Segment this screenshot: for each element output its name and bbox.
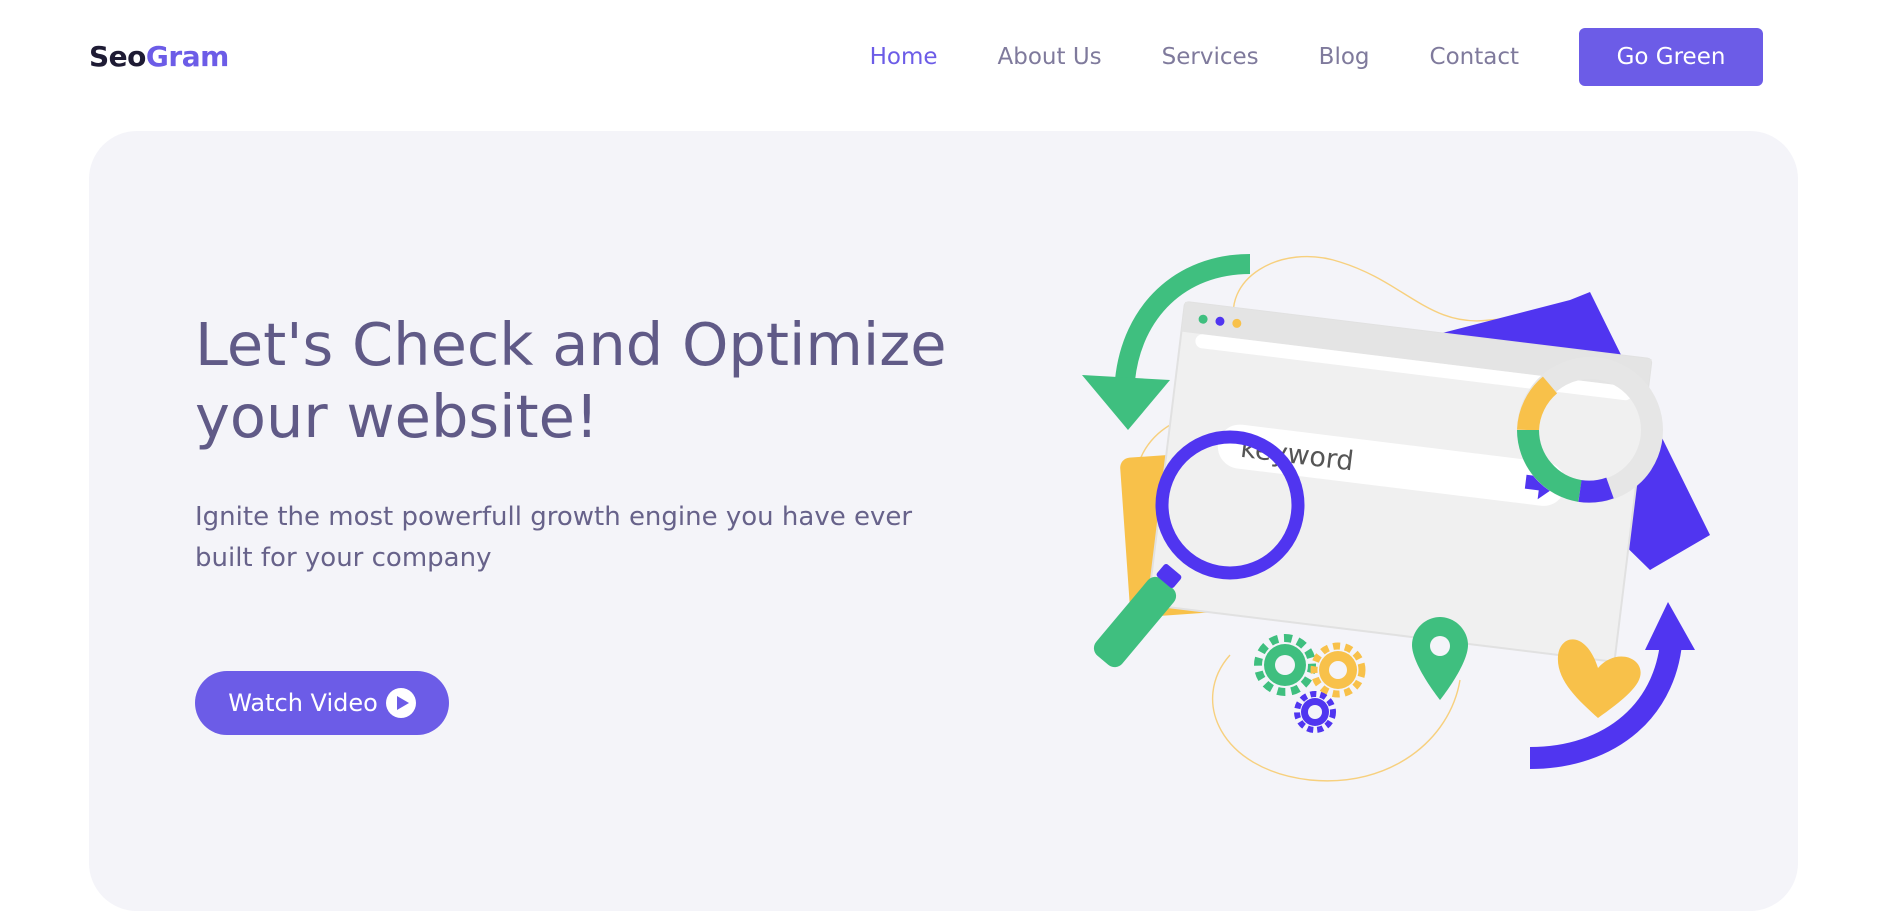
- nav-home[interactable]: Home: [870, 44, 938, 70]
- seo-illustration: keyword: [1082, 254, 1710, 782]
- play-icon: [385, 688, 416, 718]
- logo-gram: Gram: [145, 40, 229, 73]
- hero-title-line2: your website!: [195, 382, 599, 451]
- gear-icon-yellow: [1310, 642, 1366, 698]
- map-pin-hole: [1430, 636, 1450, 656]
- hero-subtitle: Ignite the most powerfull growth engine …: [195, 497, 975, 579]
- gear-icon-purple: [1294, 691, 1336, 733]
- nav-services[interactable]: Services: [1162, 44, 1259, 70]
- main-nav: Home About Us Services Blog Contact Go G…: [870, 28, 1763, 86]
- logo-seo: Seo: [89, 40, 146, 73]
- green-arrowhead-icon: [1082, 375, 1170, 430]
- go-green-button[interactable]: Go Green: [1579, 28, 1763, 86]
- hero-subtitle-line2: built for your company: [195, 543, 492, 573]
- nav-blog[interactable]: Blog: [1319, 44, 1370, 70]
- watch-video-button[interactable]: Watch Video: [195, 671, 449, 735]
- hero-title: Let's Check and Optimize your website!: [195, 309, 1015, 453]
- purple-arrowhead-icon: [1645, 602, 1695, 650]
- hero-title-line1: Let's Check and Optimize: [195, 310, 947, 379]
- hero-subtitle-line1: Ignite the most powerfull growth engine …: [195, 502, 913, 532]
- map-pin-icon: [1412, 617, 1468, 700]
- watch-video-label: Watch Video: [228, 689, 378, 717]
- nav-contact[interactable]: Contact: [1430, 44, 1519, 70]
- logo[interactable]: SeoGram: [89, 40, 229, 73]
- gear-icon-green: [1254, 634, 1316, 696]
- nav-about-us[interactable]: About Us: [998, 44, 1102, 70]
